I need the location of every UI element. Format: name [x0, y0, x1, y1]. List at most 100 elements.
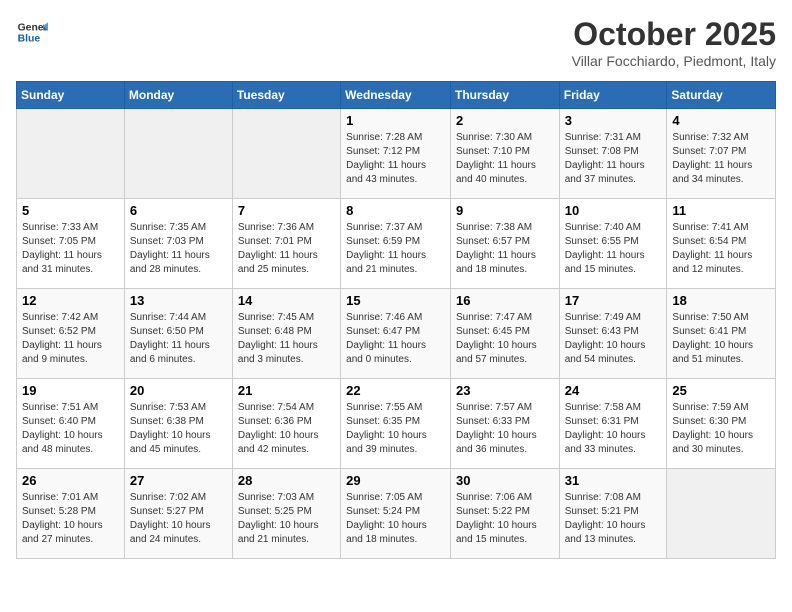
calendar-header: SundayMondayTuesdayWednesdayThursdayFrid…	[17, 82, 776, 109]
header-day-wednesday: Wednesday	[341, 82, 451, 109]
calendar-cell: 29 Sunrise: 7:05 AMSunset: 5:24 PMDayligh…	[341, 469, 451, 559]
day-number: 23	[456, 383, 554, 398]
day-content: Sunrise: 7:31 AMSunset: 7:08 PMDaylight:…	[565, 131, 662, 187]
calendar-cell: 25Sunrise: 7:59 AMSunset: 6:30 PMDayligh…	[667, 379, 776, 469]
day-number: 9	[456, 203, 554, 218]
header-day-sunday: Sunday	[17, 82, 125, 109]
day-content: Sunrise: 7:57 AMSunset: 6:33 PMDaylight:…	[456, 401, 554, 457]
calendar-cell: 15 Sunrise: 7:46 AMSunset: 6:47 PMDayligh…	[341, 289, 451, 379]
day-content: Sunrise: 7:28 AMSunset: 7:12 PMDaylight:…	[346, 131, 445, 187]
calendar-cell: 27 Sunrise: 7:02 AMSunset: 5:27 PMDayligh…	[124, 469, 232, 559]
day-content: Sunrise: 7:06 AMSunset: 5:22 PMDaylight:…	[456, 491, 554, 547]
calendar-cell: 2 Sunrise: 7:30 AMSunset: 7:10 PMDaylight…	[450, 109, 559, 199]
day-number: 8	[346, 203, 445, 218]
day-number: 21	[238, 383, 335, 398]
day-number: 20	[130, 383, 227, 398]
calendar-cell: 18 Sunrise: 7:50 AMSunset: 6:41 PMDayligh…	[667, 289, 776, 379]
calendar-cell: 31Sunrise: 7:08 AMSunset: 5:21 PMDayligh…	[559, 469, 667, 559]
calendar-cell: 4 Sunrise: 7:32 AMSunset: 7:07 PMDaylight…	[667, 109, 776, 199]
day-number: 16	[456, 293, 554, 308]
day-content: Sunrise: 7:36 AMSunset: 7:01 PMDaylight:…	[238, 221, 335, 277]
calendar-cell: 26Sunrise: 7:01 AMSunset: 5:28 PMDayligh…	[17, 469, 125, 559]
day-number: 5	[22, 203, 119, 218]
day-number: 15	[346, 293, 445, 308]
day-content: Sunrise: 7:02 AMSunset: 5:27 PMDaylight:…	[130, 491, 227, 547]
calendar-cell: 28Sunrise: 7:03 AMSunset: 5:25 PMDayligh…	[232, 469, 340, 559]
title-area: October 2025 Villar Focchiardo, Piedmont…	[572, 16, 776, 69]
day-content: Sunrise: 7:33 AMSunset: 7:05 PMDaylight:…	[22, 221, 119, 277]
day-number: 28	[238, 473, 335, 488]
calendar-cell: 23 Sunrise: 7:57 AMSunset: 6:33 PMDayligh…	[450, 379, 559, 469]
calendar-cell: 8 Sunrise: 7:37 AMSunset: 6:59 PMDaylight…	[341, 199, 451, 289]
day-content: Sunrise: 7:01 AMSunset: 5:28 PMDaylight:…	[22, 491, 119, 547]
day-content: Sunrise: 7:51 AMSunset: 6:40 PMDaylight:…	[22, 401, 119, 457]
location-subtitle: Villar Focchiardo, Piedmont, Italy	[572, 53, 776, 69]
calendar-cell: 16 Sunrise: 7:47 AMSunset: 6:45 PMDayligh…	[450, 289, 559, 379]
calendar-cell: 17 Sunrise: 7:49 AMSunset: 6:43 PMDayligh…	[559, 289, 667, 379]
header-day-thursday: Thursday	[450, 82, 559, 109]
week-row-4: 19 Sunrise: 7:51 AMSunset: 6:40 PMDayligh…	[17, 379, 776, 469]
day-content: Sunrise: 7:42 AMSunset: 6:52 PMDaylight:…	[22, 311, 119, 367]
calendar-cell: 11 Sunrise: 7:41 AMSunset: 6:54 PMDayligh…	[667, 199, 776, 289]
day-number: 31	[565, 473, 662, 488]
day-content: Sunrise: 7:30 AMSunset: 7:10 PMDaylight:…	[456, 131, 554, 187]
day-content: Sunrise: 7:46 AMSunset: 6:47 PMDaylight:…	[346, 311, 445, 367]
day-number: 12	[22, 293, 119, 308]
day-content: Sunrise: 7:32 AMSunset: 7:07 PMDaylight:…	[672, 131, 770, 187]
month-title: October 2025	[572, 16, 776, 53]
day-content: Sunrise: 7:05 AMSunset: 5:24 PMDaylight:…	[346, 491, 445, 547]
calendar-cell	[17, 109, 125, 199]
calendar-table: SundayMondayTuesdayWednesdayThursdayFrid…	[16, 81, 776, 559]
day-number: 3	[565, 113, 662, 128]
header-day-friday: Friday	[559, 82, 667, 109]
calendar-cell: 24 Sunrise: 7:58 AMSunset: 6:31 PMDayligh…	[559, 379, 667, 469]
day-content: Sunrise: 7:58 AMSunset: 6:31 PMDaylight:…	[565, 401, 662, 457]
header-day-saturday: Saturday	[667, 82, 776, 109]
week-row-5: 26Sunrise: 7:01 AMSunset: 5:28 PMDayligh…	[17, 469, 776, 559]
day-number: 27	[130, 473, 227, 488]
header-row: SundayMondayTuesdayWednesdayThursdayFrid…	[17, 82, 776, 109]
day-number: 18	[672, 293, 770, 308]
calendar-cell: 21 Sunrise: 7:54 AMSunset: 6:36 PMDayligh…	[232, 379, 340, 469]
day-number: 10	[565, 203, 662, 218]
day-content: Sunrise: 7:55 AMSunset: 6:35 PMDaylight:…	[346, 401, 445, 457]
day-number: 11	[672, 203, 770, 218]
day-number: 25	[672, 383, 770, 398]
calendar-cell: 12 Sunrise: 7:42 AMSunset: 6:52 PMDayligh…	[17, 289, 125, 379]
calendar-cell: 1 Sunrise: 7:28 AMSunset: 7:12 PMDaylight…	[341, 109, 451, 199]
day-content: Sunrise: 7:50 AMSunset: 6:41 PMDaylight:…	[672, 311, 770, 367]
calendar-cell: 3 Sunrise: 7:31 AMSunset: 7:08 PMDaylight…	[559, 109, 667, 199]
day-number: 22	[346, 383, 445, 398]
calendar-cell	[124, 109, 232, 199]
day-number: 7	[238, 203, 335, 218]
day-number: 1	[346, 113, 445, 128]
day-number: 29	[346, 473, 445, 488]
day-number: 30	[456, 473, 554, 488]
day-content: Sunrise: 7:41 AMSunset: 6:54 PMDaylight:…	[672, 221, 770, 277]
day-number: 4	[672, 113, 770, 128]
day-number: 6	[130, 203, 227, 218]
day-content: Sunrise: 7:37 AMSunset: 6:59 PMDaylight:…	[346, 221, 445, 277]
day-content: Sunrise: 7:44 AMSunset: 6:50 PMDaylight:…	[130, 311, 227, 367]
calendar-cell: 10Sunrise: 7:40 AMSunset: 6:55 PMDayligh…	[559, 199, 667, 289]
calendar-cell: 6 Sunrise: 7:35 AMSunset: 7:03 PMDaylight…	[124, 199, 232, 289]
day-number: 17	[565, 293, 662, 308]
header: General Blue October 2025 Villar Focchia…	[16, 16, 776, 69]
calendar-cell: 9Sunrise: 7:38 AMSunset: 6:57 PMDaylight…	[450, 199, 559, 289]
day-content: Sunrise: 7:54 AMSunset: 6:36 PMDaylight:…	[238, 401, 335, 457]
calendar-cell: 19 Sunrise: 7:51 AMSunset: 6:40 PMDayligh…	[17, 379, 125, 469]
week-row-1: 1 Sunrise: 7:28 AMSunset: 7:12 PMDaylight…	[17, 109, 776, 199]
calendar-cell: 5 Sunrise: 7:33 AMSunset: 7:05 PMDaylight…	[17, 199, 125, 289]
day-content: Sunrise: 7:47 AMSunset: 6:45 PMDaylight:…	[456, 311, 554, 367]
day-number: 19	[22, 383, 119, 398]
day-number: 14	[238, 293, 335, 308]
day-number: 2	[456, 113, 554, 128]
day-number: 24	[565, 383, 662, 398]
day-content: Sunrise: 7:45 AMSunset: 6:48 PMDaylight:…	[238, 311, 335, 367]
svg-text:Blue: Blue	[18, 34, 41, 45]
calendar-body: 1 Sunrise: 7:28 AMSunset: 7:12 PMDaylight…	[17, 109, 776, 559]
week-row-3: 12 Sunrise: 7:42 AMSunset: 6:52 PMDayligh…	[17, 289, 776, 379]
calendar-cell	[232, 109, 340, 199]
day-content: Sunrise: 7:35 AMSunset: 7:03 PMDaylight:…	[130, 221, 227, 277]
day-content: Sunrise: 7:49 AMSunset: 6:43 PMDaylight:…	[565, 311, 662, 367]
